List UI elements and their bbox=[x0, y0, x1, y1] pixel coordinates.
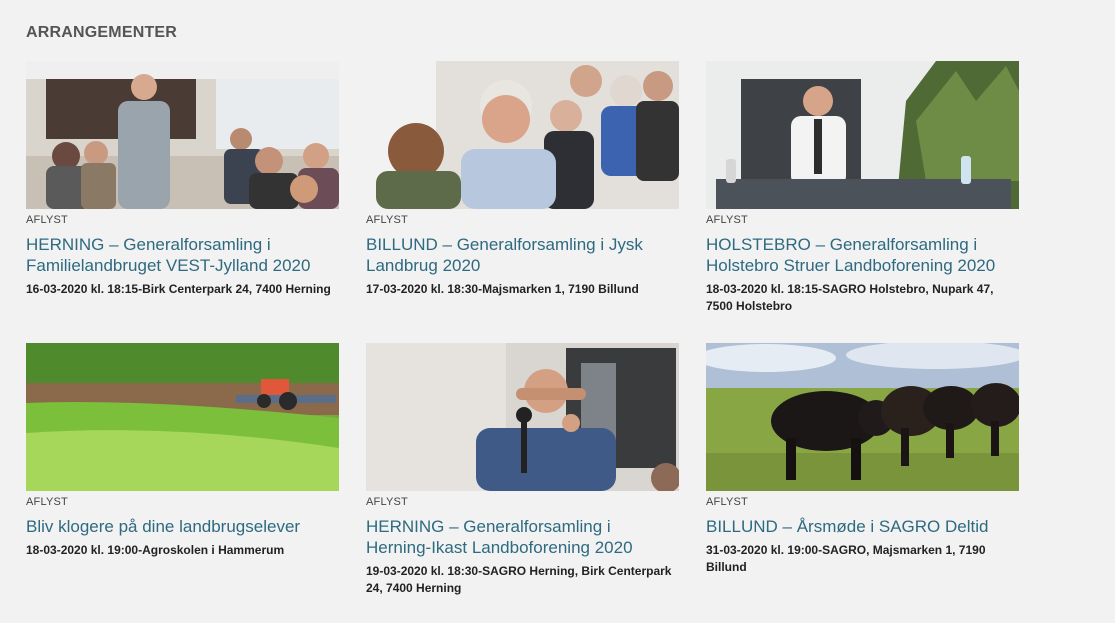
event-image[interactable] bbox=[26, 343, 339, 491]
event-card[interactable]: AFLYST HOLSTEBRO – Generalforsamling i H… bbox=[706, 61, 1019, 343]
event-image[interactable] bbox=[706, 61, 1019, 209]
event-card[interactable]: AFLYST BILLUND – Årsmøde i SAGRO Deltid … bbox=[706, 343, 1019, 623]
event-card[interactable]: AFLYST HERNING – Generalforsamling i Her… bbox=[366, 343, 679, 623]
event-image[interactable] bbox=[366, 343, 679, 491]
event-status: AFLYST bbox=[706, 496, 748, 508]
event-card[interactable]: AFLYST Bliv klogere på dine landbrugsele… bbox=[26, 343, 339, 623]
event-title-link[interactable]: HOLSTEBRO – Generalforsamling i Holstebr… bbox=[706, 234, 1019, 276]
event-details: 17-03-2020 kl. 18:30-Majsmarken 1, 7190 … bbox=[366, 282, 639, 296]
event-status: AFLYST bbox=[366, 214, 408, 226]
event-card[interactable]: AFLYST BILLUND – Generalforsamling i Jys… bbox=[366, 61, 679, 343]
event-details: 18-03-2020 kl. 19:00-Agroskolen i Hammer… bbox=[26, 543, 285, 557]
event-image[interactable] bbox=[706, 343, 1019, 491]
event-details: 16-03-2020 kl. 18:15-Birk Centerpark 24,… bbox=[26, 282, 331, 296]
event-details: 18-03-2020 kl. 18:15-SAGRO Holstebro, Nu… bbox=[706, 282, 994, 313]
event-title-link[interactable]: BILLUND – Årsmøde i SAGRO Deltid bbox=[706, 516, 1019, 537]
event-status: AFLYST bbox=[26, 214, 68, 226]
event-image[interactable] bbox=[366, 61, 679, 209]
event-details: 19-03-2020 kl. 18:30-SAGRO Herning, Birk… bbox=[366, 564, 672, 595]
event-image[interactable] bbox=[26, 61, 339, 209]
event-details: 31-03-2020 kl. 19:00-SAGRO, Majsmarken 1… bbox=[706, 543, 986, 574]
event-title-link[interactable]: HERNING – Generalforsamling i Herning-Ik… bbox=[366, 516, 679, 558]
event-status: AFLYST bbox=[706, 214, 748, 226]
section-title: ARRANGEMENTER bbox=[26, 24, 178, 41]
event-status: AFLYST bbox=[26, 496, 68, 508]
event-title-link[interactable]: Bliv klogere på dine landbrugselever bbox=[26, 516, 339, 537]
event-title-link[interactable]: HERNING – Generalforsamling i Familielan… bbox=[26, 234, 339, 276]
event-title-link[interactable]: BILLUND – Generalforsamling i Jysk Landb… bbox=[366, 234, 679, 276]
event-status: AFLYST bbox=[366, 496, 408, 508]
events-grid: AFLYST HERNING – Generalforsamling i Fam… bbox=[26, 61, 1019, 623]
event-card[interactable]: AFLYST HERNING – Generalforsamling i Fam… bbox=[26, 61, 339, 343]
